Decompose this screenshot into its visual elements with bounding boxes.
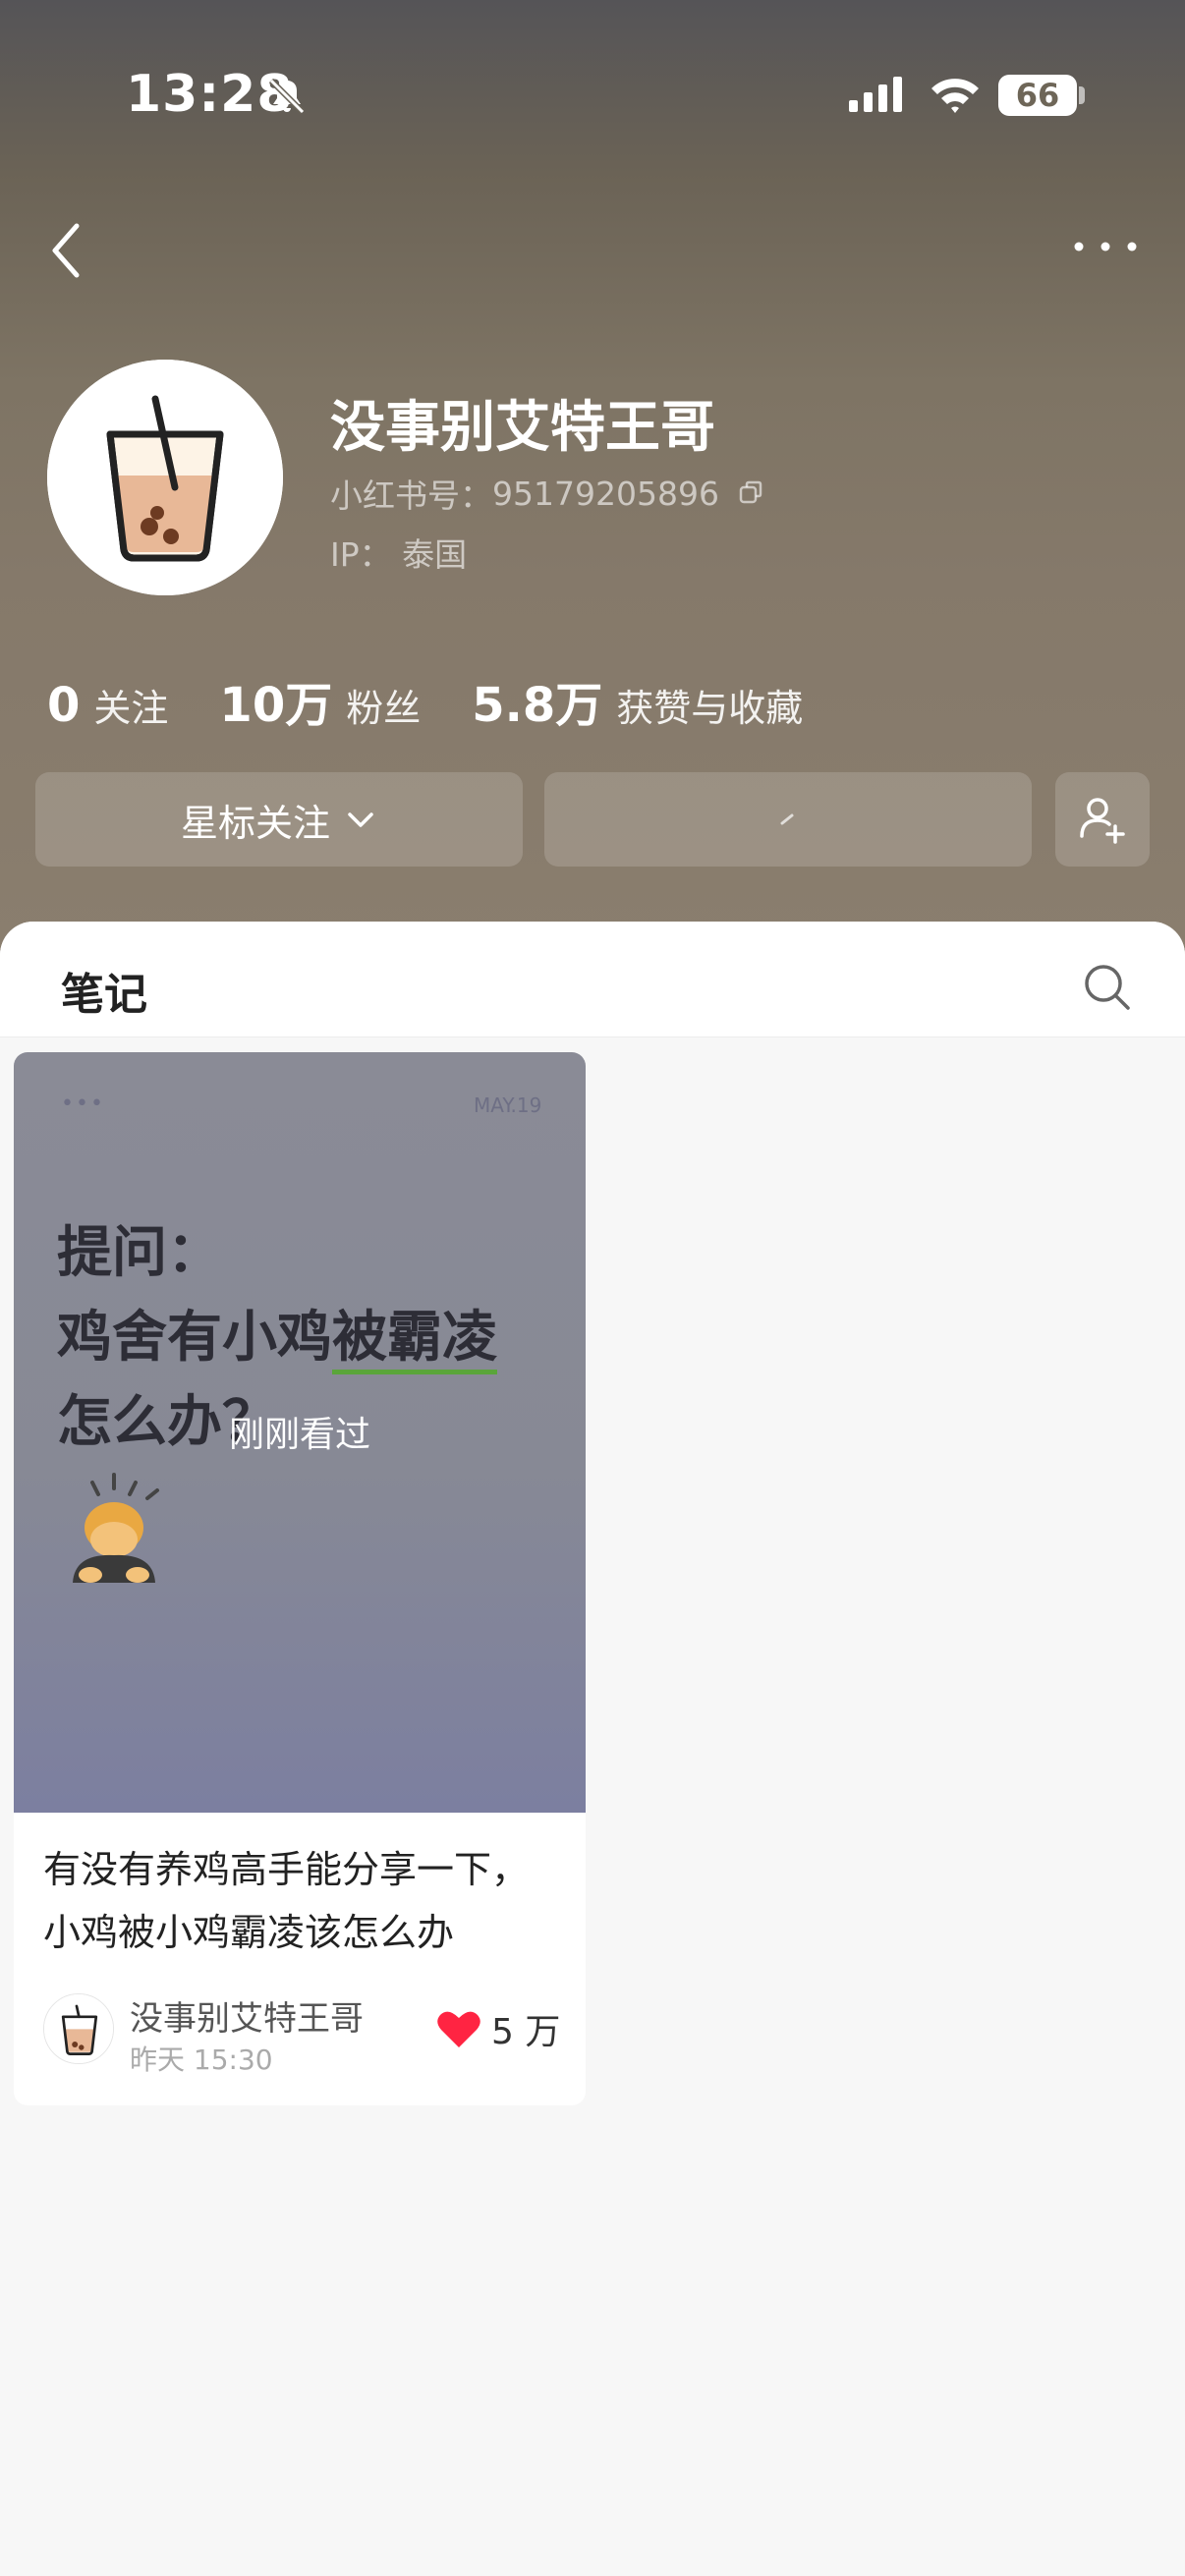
ip-value: 泰国 bbox=[402, 535, 468, 574]
status-bar: 13:28 66 bbox=[0, 0, 1185, 187]
cover-highlight: 被霸凌 bbox=[332, 1306, 497, 1374]
user-id-value: 95179205896 bbox=[492, 474, 719, 513]
stat-label: 关注 bbox=[93, 687, 169, 730]
note-card[interactable]: ••• MAY.19 提问： 鸡舍有小鸡被霸凌 怎么办？ 刚刚看过 有没有养鸡高… bbox=[14, 1052, 586, 2105]
bubble-tea-avatar-icon bbox=[47, 360, 283, 595]
profile-stats: 0 关注 10万 粉丝 5.8万 获赞与收藏 bbox=[47, 666, 854, 735]
content-panel: 笔记 ••• MAY.19 提问： 鸡舍有小鸡被霸凌 怎么办？ 刚刚看过 有没有… bbox=[0, 922, 1185, 2576]
ip-location: IP： 泰国 bbox=[330, 529, 467, 576]
stat-number: 5.8万 bbox=[472, 678, 603, 733]
chevron-down-icon bbox=[348, 812, 373, 827]
loading-icon bbox=[780, 813, 794, 825]
stat-label: 获赞与收藏 bbox=[616, 687, 804, 730]
star-follow-label: 星标关注 bbox=[180, 801, 330, 845]
cover-line: 鸡舍有小鸡被霸凌 bbox=[57, 1296, 497, 1380]
back-arrow-icon[interactable] bbox=[43, 218, 92, 283]
battery-indicator: 66 bbox=[998, 75, 1077, 116]
cover-date: MAY.19 bbox=[474, 1093, 542, 1117]
just-viewed-badge: 刚刚看过 bbox=[228, 1415, 370, 1455]
stat-following[interactable]: 0 关注 bbox=[47, 678, 168, 733]
like-count: 5 万 bbox=[491, 2012, 561, 2052]
user-id-label: 小红书号： bbox=[330, 476, 492, 515]
note-author[interactable]: 没事别艾特王哥 bbox=[130, 1991, 364, 2040]
tab-notes[interactable]: 笔记 bbox=[61, 959, 147, 1022]
profile-nickname: 没事别艾特王哥 bbox=[330, 396, 715, 460]
cover-dots: ••• bbox=[61, 1092, 105, 1116]
note-time: 昨天 15:30 bbox=[130, 2044, 273, 2076]
bowing-person-icon bbox=[73, 1473, 159, 1583]
search-icon[interactable] bbox=[1081, 961, 1134, 1014]
ip-label: IP： bbox=[330, 535, 392, 574]
add-user-icon bbox=[1080, 798, 1125, 844]
message-button[interactable] bbox=[544, 772, 1032, 867]
stat-likes-collects[interactable]: 5.8万 获赞与收藏 bbox=[472, 666, 803, 735]
star-follow-button[interactable]: 星标关注 bbox=[35, 772, 523, 867]
bell-off-icon bbox=[268, 78, 306, 115]
stat-number: 0 bbox=[47, 678, 81, 733]
add-friend-button[interactable] bbox=[1055, 772, 1150, 867]
wifi-icon bbox=[931, 79, 979, 113]
copy-icon[interactable] bbox=[737, 478, 766, 508]
tab-bar: 笔记 bbox=[0, 922, 1185, 1037]
cover-line-part: 鸡舍有小鸡 bbox=[57, 1306, 332, 1370]
more-options-icon[interactable] bbox=[1071, 232, 1140, 261]
heart-icon bbox=[437, 2011, 480, 2047]
stat-label: 粉丝 bbox=[346, 687, 422, 730]
note-cover-image[interactable]: ••• MAY.19 提问： 鸡舍有小鸡被霸凌 怎么办？ 刚刚看过 bbox=[14, 1052, 586, 1813]
stat-number: 10万 bbox=[219, 678, 333, 733]
user-id-row: 小红书号： 95179205896 bbox=[330, 470, 766, 517]
cellular-signal-icon bbox=[849, 77, 902, 112]
battery-nub bbox=[1079, 86, 1085, 104]
like-button[interactable]: 5 万 bbox=[436, 2003, 560, 2054]
cover-line: 提问： bbox=[57, 1221, 222, 1285]
author-avatar[interactable] bbox=[43, 1993, 114, 2064]
bubble-tea-avatar-icon bbox=[44, 1994, 113, 2063]
stat-followers[interactable]: 10万 粉丝 bbox=[219, 666, 421, 735]
profile-avatar[interactable] bbox=[47, 360, 283, 595]
note-title[interactable]: 有没有养鸡高手能分享一下，小鸡被小鸡霸凌该怎么办 bbox=[43, 1838, 556, 1964]
